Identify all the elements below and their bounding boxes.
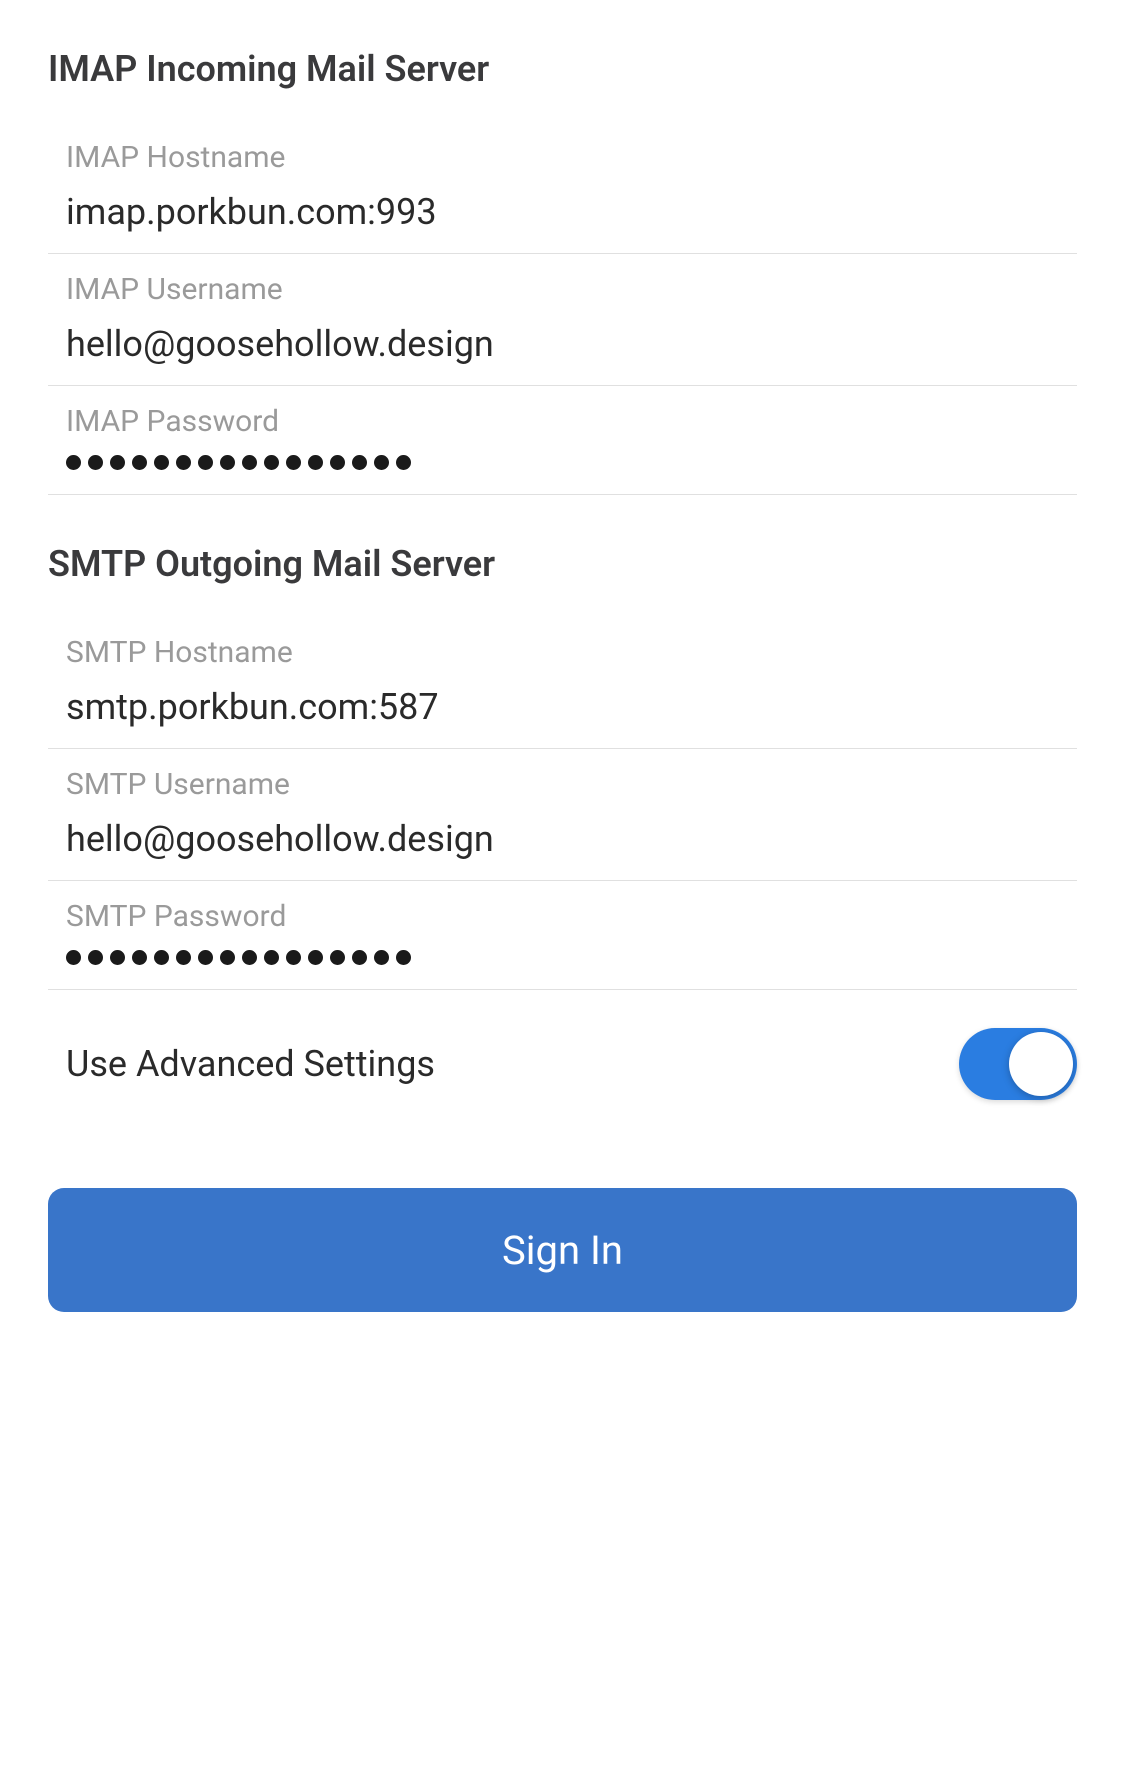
sign-in-button[interactable]: Sign In (48, 1188, 1077, 1312)
imap-hostname-input[interactable] (66, 191, 1077, 233)
imap-username-field: IMAP Username (48, 254, 1077, 386)
advanced-settings-row: Use Advanced Settings (48, 990, 1077, 1138)
smtp-password-label: SMTP Password (66, 899, 1077, 934)
imap-password-input[interactable] (66, 455, 1077, 470)
smtp-hostname-label: SMTP Hostname (66, 635, 1077, 670)
imap-password-label: IMAP Password (66, 404, 1077, 439)
imap-username-input[interactable] (66, 323, 1077, 365)
smtp-username-label: SMTP Username (66, 767, 1077, 802)
smtp-hostname-field: SMTP Hostname (48, 617, 1077, 749)
smtp-hostname-input[interactable] (66, 686, 1077, 728)
smtp-password-field: SMTP Password (48, 881, 1077, 990)
imap-hostname-field: IMAP Hostname (48, 122, 1077, 254)
toggle-knob (1009, 1032, 1073, 1096)
smtp-username-input[interactable] (66, 818, 1077, 860)
imap-section-heading: IMAP Incoming Mail Server (48, 48, 1077, 90)
advanced-settings-toggle[interactable] (959, 1028, 1077, 1100)
imap-username-label: IMAP Username (66, 272, 1077, 307)
imap-hostname-label: IMAP Hostname (66, 140, 1077, 175)
advanced-settings-label: Use Advanced Settings (66, 1043, 435, 1085)
smtp-password-input[interactable] (66, 950, 1077, 965)
smtp-section-heading: SMTP Outgoing Mail Server (48, 543, 1077, 585)
imap-password-field: IMAP Password (48, 386, 1077, 495)
smtp-username-field: SMTP Username (48, 749, 1077, 881)
